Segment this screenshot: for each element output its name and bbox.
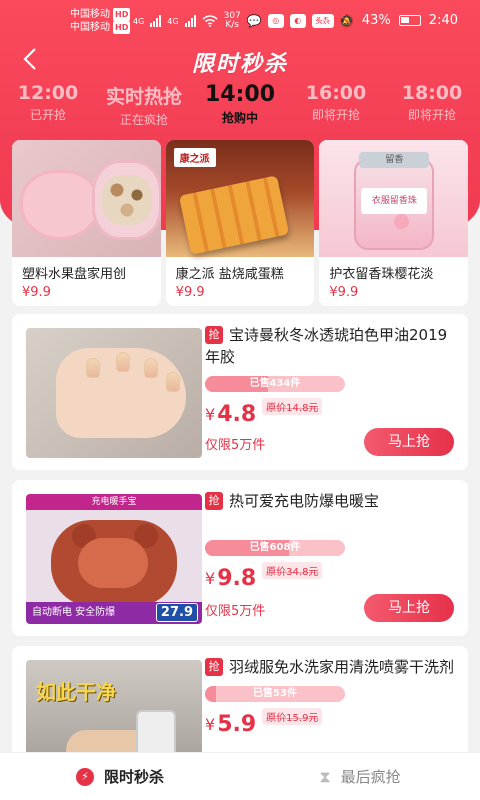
tab-flash-sale[interactable]: ⚡ 限时秒杀 (0, 753, 240, 800)
product-image: 留香 衣服留香珠 (319, 140, 469, 257)
sale-price: 5.9 (217, 711, 257, 737)
original-price: 原价14.8元 (262, 398, 323, 415)
network-info: 4G 4G 307 K/s 💬 ◎ ◐ 头条 (133, 12, 334, 30)
battery-percent: 43% (361, 13, 391, 28)
image-header: 充电暖手宝 (26, 494, 202, 510)
time-slot-tabs: 12:00 已开抢 实时热抢正在疯抢 14:00 抢购中 16:00 即将开抢 18:… (0, 82, 480, 132)
list-item[interactable]: 如此干净 抢羽绒服免水洗家用清洗喷雾干洗剂 已售53件 ¥5.9 原价15.9元 (12, 646, 468, 760)
product-name: 护衣留香珠樱花淡 (329, 267, 434, 282)
app-icon: ◎ (267, 14, 284, 28)
image-price: 27.9 (155, 603, 198, 622)
status-bar: 中国移动 HD 中国移动 HD 4G 4G 307 K/s 💬 ◎ ◐ 头条 Ⓝ 🔕 … (0, 0, 480, 40)
stock-limit: 仅限5万件 (205, 604, 266, 619)
slot-time: 14:00 (204, 82, 276, 107)
featured-card[interactable]: 留香衣服留香珠 护衣留香珠樱花淡 ¥9.9 (319, 140, 469, 306)
sold-progress: 已售53件 (205, 686, 345, 702)
image-caption: 如此干净 (36, 680, 116, 704)
sold-count: 已售434件 (249, 378, 301, 389)
tab-label: 限时秒杀 (103, 768, 164, 786)
slot-status: 已开抢 (29, 108, 66, 122)
product-title: 热可爱充电防爆电暖宝 (229, 492, 380, 510)
product-price: ¥9.9 (175, 285, 205, 300)
carrier-1: 中国移动 (70, 9, 110, 20)
slot-time: 18:00 (401, 82, 463, 104)
battery-icon (398, 15, 421, 26)
original-price: 原价34.8元 (262, 562, 323, 579)
hd-badge: HD (113, 8, 131, 21)
featured-card[interactable]: 塑料水果盘家用创 ¥9.9 (12, 140, 161, 306)
nfc-icon: Ⓝ (318, 14, 331, 28)
flash-badge: 抢 (205, 326, 223, 344)
product-name: 塑料水果盘家用创 (22, 267, 127, 282)
product-price: ¥9.9 (22, 285, 51, 300)
featured-card[interactable]: 康之派 康之派 盐烧咸蛋糕 ¥9.9 (165, 140, 315, 306)
slot-status: 即将开抢 (407, 108, 456, 122)
nav-bar: 限时秒杀 (0, 40, 480, 80)
product-image: 充电暖手宝 自动断电 安全防爆 27.9 (26, 494, 202, 624)
sale-price: 9.8 (217, 565, 257, 591)
stock-limit: 仅限5万件 (205, 438, 266, 453)
slot-status: 正在疯抢 (119, 113, 168, 127)
list-item[interactable]: 抢宝诗曼秋冬冰透琥珀色甲油2019年胶 已售434件 ¥4.8 原价14.8元 仅… (12, 314, 468, 470)
time-slot[interactable]: 12:00 已开抢 (0, 82, 96, 132)
original-price: 原价15.9元 (262, 708, 323, 725)
currency: ¥ (205, 714, 216, 734)
slot-time: 12:00 (17, 82, 79, 104)
brand-logo: 康之派 (173, 148, 216, 167)
sold-count: 已售608件 (249, 542, 301, 553)
featured-products: 塑料水果盘家用创 ¥9.9 康之派 康之派 盐烧咸蛋糕 ¥9.9 留香衣服留香珠… (12, 140, 469, 306)
product-price: ¥9.9 (329, 285, 359, 300)
sale-price: 4.8 (217, 401, 257, 427)
sold-progress: 已售608件 (205, 540, 345, 556)
product-title: 羽绒服免水洗家用清洗喷雾干洗剂 (229, 658, 455, 676)
net-speed-unit: K/s (225, 20, 239, 30)
time-slot[interactable]: 18:00 即将开抢 (384, 82, 480, 132)
sold-fill (205, 686, 217, 702)
product-image (26, 328, 202, 458)
currency: ¥ (205, 404, 216, 424)
carrier-2: 中国移动 (70, 22, 110, 33)
sold-count: 已售53件 (253, 688, 297, 699)
hourglass-icon: ⧗ (319, 766, 331, 786)
time-slot[interactable]: 实时热抢 正在疯抢 (96, 82, 192, 132)
flash-badge: 抢 (205, 492, 223, 510)
time-slot-active[interactable]: 14:00 抢购中 (192, 82, 288, 132)
slot-time: 16:00 (305, 82, 367, 104)
sold-progress: 已售434件 (205, 376, 345, 392)
chat-icon: 💬 (246, 14, 262, 28)
clock: 2:40 (428, 13, 458, 28)
jar-label: 衣服留香珠 (361, 188, 428, 214)
list-item[interactable]: 充电暖手宝 自动断电 安全防爆 27.9 抢热可爱充电防爆电暖宝 已售608件 … (12, 480, 468, 636)
network-type-2: 4G (167, 16, 179, 26)
signal-icon-2 (184, 15, 196, 27)
currency: ¥ (205, 568, 216, 588)
product-image: 康之派 (165, 140, 315, 257)
mute-icon: 🔕 (338, 13, 354, 28)
wifi-icon (202, 15, 218, 27)
bottom-tab-bar: ⚡ 限时秒杀 ⧗ 最后疯抢 (0, 752, 480, 800)
tab-last-chance[interactable]: ⧗ 最后疯抢 (240, 753, 480, 800)
product-list: 抢宝诗曼秋冬冰透琥珀色甲油2019年胶 已售434件 ¥4.8 原价14.8元 仅… (12, 314, 468, 766)
slot-time: 实时热抢 (105, 86, 182, 108)
product-image: 如此干净 (26, 660, 202, 760)
buy-now-button[interactable]: 马上抢 (364, 428, 454, 456)
flash-badge: 抢 (205, 658, 223, 676)
tab-label: 最后疯抢 (340, 768, 401, 786)
network-type-1: 4G (133, 16, 145, 26)
app-icon-2: ◐ (289, 14, 306, 28)
time-slot[interactable]: 16:00 即将开抢 (288, 82, 384, 132)
product-title: 宝诗曼秋冬冰透琥珀色甲油2019年胶 (205, 326, 448, 366)
slot-status: 抢购中 (221, 111, 258, 125)
buy-now-button[interactable]: 马上抢 (364, 594, 454, 622)
carrier-info: 中国移动 HD 中国移动 HD (70, 8, 131, 34)
slot-status: 即将开抢 (311, 108, 360, 122)
page-title: 限时秒杀 (191, 52, 288, 77)
product-name: 康之派 盐烧咸蛋糕 (175, 267, 284, 282)
lightning-icon: ⚡ (75, 767, 94, 786)
status-right: Ⓝ 🔕 43% 2:40 (319, 12, 458, 29)
product-image (12, 140, 161, 257)
hd-badge-2: HD (113, 21, 131, 34)
signal-icon (150, 15, 162, 27)
jar-brand: 留香 (359, 152, 430, 168)
